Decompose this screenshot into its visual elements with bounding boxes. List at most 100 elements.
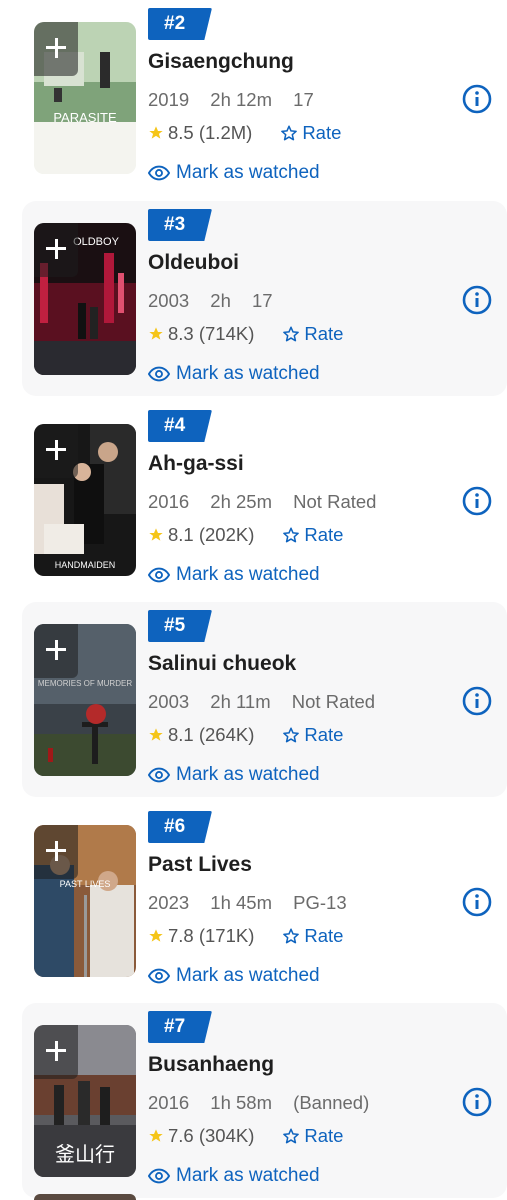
eye-icon	[148, 968, 170, 984]
poster-title: 釜山行	[55, 1142, 115, 1166]
rate-button[interactable]: Rate	[282, 524, 343, 546]
rank-badge: #7	[148, 1011, 212, 1043]
runtime: 2h 12m	[210, 89, 273, 110]
list-item[interactable]: HANDMAIDEN #4 Ah-ga-ssi 2016 2h 25m Not …	[22, 402, 507, 597]
release-year: 2019	[148, 89, 190, 110]
certificate: 17	[252, 290, 273, 311]
mark-watched-label: Mark as watched	[176, 363, 320, 384]
info-icon[interactable]	[462, 486, 492, 516]
star-icon	[149, 1129, 163, 1142]
star-outline-icon	[283, 326, 300, 342]
add-to-watchlist-button[interactable]	[34, 624, 78, 678]
certificate: (Banned)	[293, 1092, 370, 1113]
rate-button[interactable]: Rate	[280, 122, 341, 144]
star-icon	[149, 126, 163, 139]
movie-title[interactable]: Past Lives	[148, 853, 252, 877]
poster-title: MEMORIES OF MURDER	[38, 679, 132, 688]
runtime: 1h 45m	[210, 892, 273, 913]
release-year: 2023	[148, 892, 190, 913]
list-item[interactable]: OLDBOY #3 Oldeuboi 2003 2h 17 8.3 (714K)…	[22, 201, 507, 396]
star-outline-icon	[283, 928, 300, 944]
movie-meta: 2016 1h 58m (Banned)	[148, 1092, 385, 1114]
rank-badge: #4	[148, 410, 212, 442]
poster-image[interactable]: HANDMAIDEN	[34, 424, 136, 576]
poster-image[interactable]: OLDBOY	[34, 223, 136, 375]
poster-image[interactable]: PARASITE	[34, 22, 136, 174]
rating-row: 8.1 (202K) Rate	[148, 524, 343, 546]
movie-title[interactable]: Busanhaeng	[148, 1053, 274, 1077]
movie-title[interactable]: Ah-ga-ssi	[148, 452, 244, 476]
info-icon[interactable]	[462, 887, 492, 917]
mark-watched-button[interactable]: Mark as watched	[148, 564, 320, 586]
eye-icon	[148, 366, 170, 382]
rate-button[interactable]: Rate	[282, 925, 343, 947]
release-year: 2003	[148, 290, 190, 311]
add-to-watchlist-button[interactable]	[34, 1025, 78, 1079]
star-icon	[149, 528, 163, 541]
star-outline-icon	[283, 727, 300, 743]
rating-row: 7.6 (304K) Rate	[148, 1125, 343, 1147]
imdb-rating: 7.8 (171K)	[168, 925, 255, 946]
info-icon[interactable]	[462, 285, 492, 315]
mark-watched-button[interactable]: Mark as watched	[148, 363, 320, 385]
list-item[interactable]: PARASITE #2 Gisaengchung 2019 2h 12m 17 …	[22, 0, 507, 195]
eye-icon	[148, 567, 170, 583]
rating-row: 7.8 (171K) Rate	[148, 925, 343, 947]
rating-row: 8.5 (1.2M) Rate	[148, 122, 341, 144]
certificate: 17	[293, 89, 314, 110]
poster-image[interactable]: PAST LIVES	[34, 825, 136, 977]
add-to-watchlist-button[interactable]	[34, 22, 78, 76]
eye-icon	[148, 1168, 170, 1184]
next-item-peek	[34, 1194, 136, 1200]
rank-badge: #5	[148, 610, 212, 642]
rank-badge: #3	[148, 209, 212, 241]
eye-icon	[148, 767, 170, 783]
mark-watched-button[interactable]: Mark as watched	[148, 764, 320, 786]
release-year: 2016	[148, 491, 190, 512]
release-year: 2003	[148, 691, 190, 712]
imdb-rating: 8.3 (714K)	[168, 323, 255, 344]
movie-title[interactable]: Gisaengchung	[148, 50, 294, 74]
imdb-rating: 8.1 (202K)	[168, 524, 255, 545]
info-icon[interactable]	[462, 1087, 492, 1117]
rate-label: Rate	[304, 524, 344, 545]
rating-row: 8.1 (264K) Rate	[148, 724, 343, 746]
poster-image[interactable]: 釜山行	[34, 1025, 136, 1177]
star-icon	[149, 929, 163, 942]
poster-title: HANDMAIDEN	[55, 560, 116, 570]
rate-button[interactable]: Rate	[282, 323, 343, 345]
movie-meta: 2003 2h 11m Not Rated	[148, 691, 391, 713]
movie-meta: 2019 2h 12m 17	[148, 89, 330, 111]
list-item[interactable]: 釜山行 #7 Busanhaeng 2016 1h 58m (Banned) 7…	[22, 1003, 507, 1198]
movie-meta: 2003 2h 17	[148, 290, 289, 312]
imdb-rating: 8.1 (264K)	[168, 724, 255, 745]
certificate: Not Rated	[293, 491, 377, 512]
mark-watched-button[interactable]: Mark as watched	[148, 162, 320, 184]
star-icon	[149, 728, 163, 741]
runtime: 2h	[210, 290, 231, 311]
rank-badge: #2	[148, 8, 212, 40]
add-to-watchlist-button[interactable]	[34, 424, 78, 478]
rating-row: 8.3 (714K) Rate	[148, 323, 343, 345]
info-icon[interactable]	[462, 686, 492, 716]
movie-title[interactable]: Salinui chueok	[148, 652, 296, 676]
mark-watched-label: Mark as watched	[176, 1165, 320, 1186]
movie-title[interactable]: Oldeuboi	[148, 251, 239, 275]
mark-watched-button[interactable]: Mark as watched	[148, 965, 320, 987]
poster-image[interactable]: MEMORIES OF MURDER	[34, 624, 136, 776]
list-item[interactable]: PAST LIVES #6 Past Lives 2023 1h 45m PG-…	[22, 803, 507, 998]
add-to-watchlist-button[interactable]	[34, 825, 78, 879]
poster-title: OLDBOY	[73, 236, 120, 248]
add-to-watchlist-button[interactable]	[34, 223, 78, 277]
rate-button[interactable]: Rate	[282, 1125, 343, 1147]
star-icon	[149, 327, 163, 340]
rate-button[interactable]: Rate	[282, 724, 343, 746]
rank-badge: #6	[148, 811, 212, 843]
runtime: 2h 11m	[210, 691, 271, 712]
mark-watched-button[interactable]: Mark as watched	[148, 1165, 320, 1187]
rate-label: Rate	[304, 1125, 344, 1146]
info-icon[interactable]	[462, 84, 492, 114]
release-year: 2016	[148, 1092, 190, 1113]
rate-label: Rate	[304, 724, 344, 745]
list-item[interactable]: MEMORIES OF MURDER #5 Salinui chueok 200…	[22, 602, 507, 797]
